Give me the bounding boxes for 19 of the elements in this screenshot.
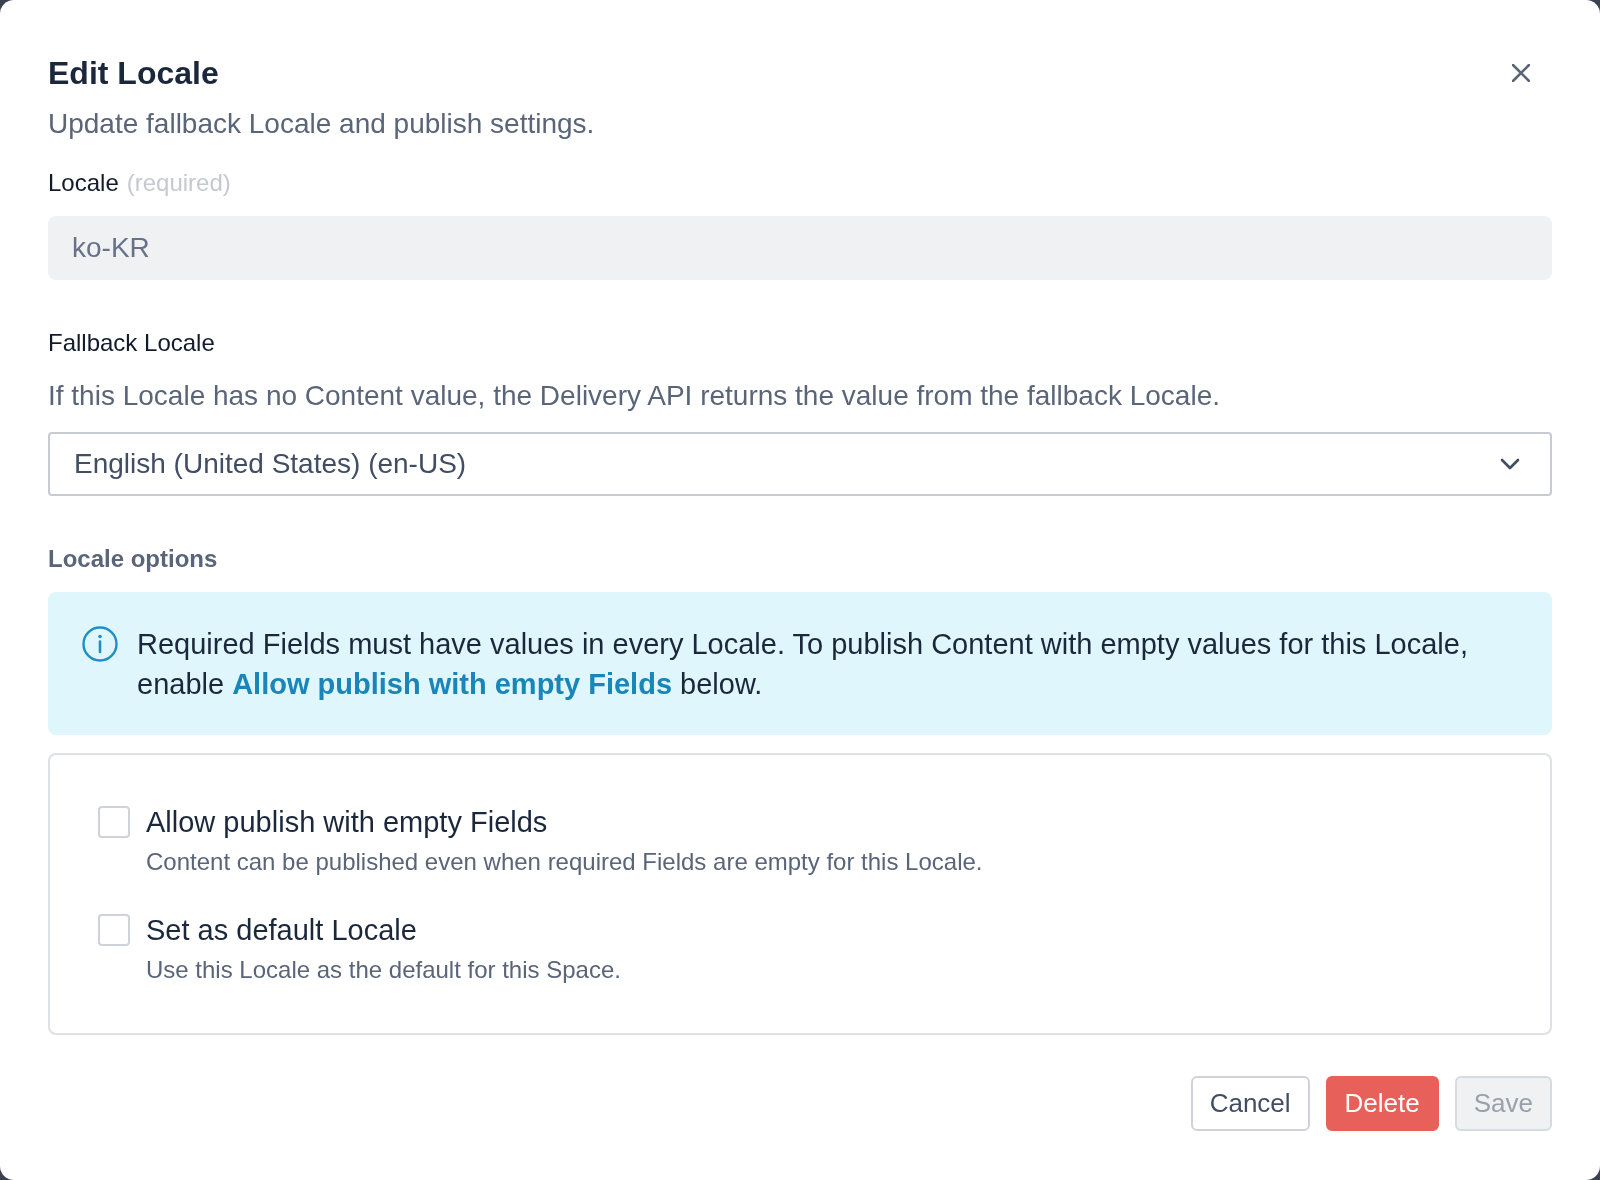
field-label: Locale — [48, 168, 119, 198]
required-hint: (required) — [126, 168, 231, 198]
fallback-locale-select[interactable]: English (United States) (en-US) — [48, 432, 1552, 496]
info-icon — [82, 626, 118, 662]
dialog-subtitle: Update fallback Locale and publish settings. — [48, 107, 595, 141]
notice-text: Required Fields must have values in every Locale. To publish Content with empty values for this Locale, enable Allow publish with empty Fields below. — [137, 627, 1469, 702]
dialog-title: Edit Locale — [48, 54, 219, 93]
option-description: Content can be published even when required Fields are empty for this Locale. — [146, 847, 983, 877]
help-text: If this Locale has no Content value, the Delivery API returns the value from the fallback Locale. — [48, 379, 1220, 413]
section-heading: Locale options — [48, 544, 218, 574]
close-icon — [1512, 64, 1530, 82]
chevron-down-icon — [1500, 458, 1520, 470]
field-label: Fallback Locale — [48, 328, 215, 358]
checkbox[interactable] — [98, 914, 130, 946]
option-label[interactable]: Allow publish with empty Fields — [146, 804, 548, 840]
option-description: Use this Locale as the default for this Space. — [146, 955, 621, 985]
cancel-button[interactable]: Cancel — [1190, 1076, 1310, 1131]
checkbox[interactable] — [98, 806, 130, 838]
option-label[interactable]: Set as default Locale — [146, 912, 417, 948]
